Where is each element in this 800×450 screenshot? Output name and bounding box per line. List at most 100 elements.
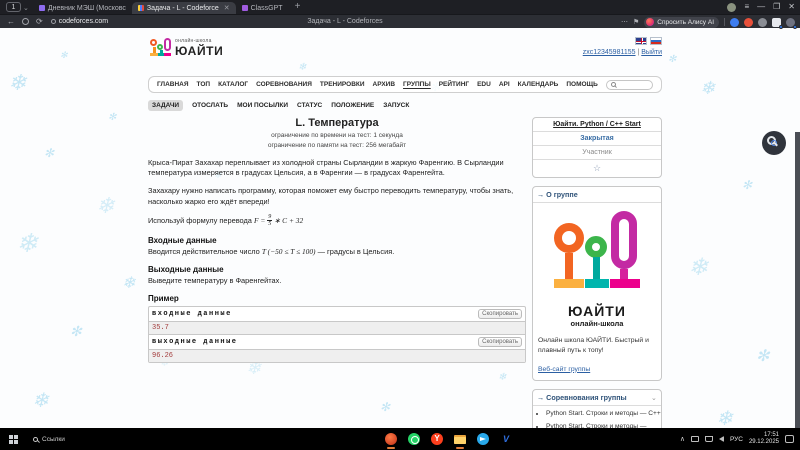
extension-icon[interactable] xyxy=(772,18,781,27)
ask-alice-label: Спросить Алису AI xyxy=(657,19,714,26)
problem-limits: ограничение по времени на тест: 1 секунд… xyxy=(148,131,526,151)
username-link[interactable]: zxc12345981155 xyxy=(583,49,636,56)
page-scrollbar[interactable] xyxy=(795,132,800,428)
copy-output-button[interactable]: Скопировать xyxy=(478,337,522,347)
close-icon[interactable]: ✕ xyxy=(788,0,795,14)
nav-item-rating[interactable]: РЕЙТИНГ xyxy=(439,81,469,88)
logo-title: ЮАЙТИ xyxy=(175,44,223,58)
extension-icon[interactable] xyxy=(744,18,753,27)
about-group-text: Онлайн школа ЮАЙТИ. Быстрый и плавный пу… xyxy=(538,336,656,356)
group-contests-box: → Соревнования группы ⌄ Python Start. Ст… xyxy=(532,389,662,428)
nav-item-help[interactable]: ПОМОЩЬ xyxy=(566,81,598,88)
snowflake-icon xyxy=(16,228,38,259)
hidden-icons-chevron[interactable]: ∧ xyxy=(680,435,685,443)
group-website-link[interactable]: Веб-сайт группы xyxy=(538,366,590,373)
tab-mesh-diary[interactable]: Дневник МЭШ (Московс xyxy=(33,2,132,14)
collapse-chevron-icon[interactable]: ⌄ xyxy=(651,393,657,402)
russian-flag-icon[interactable] xyxy=(650,37,662,45)
input-constraint-math: T (−50 ≤ T ≤ 100) xyxy=(262,247,316,256)
tab-codeforces-active[interactable]: Задача - L - Codeforce ✕ xyxy=(132,2,236,14)
nav-item-contests[interactable]: СОРЕВНОВАНИЯ xyxy=(256,81,312,88)
more-icon[interactable]: ⋯ xyxy=(621,18,628,26)
taskbar-search[interactable]: Ссылки xyxy=(33,436,65,443)
statement-paragraph: Крыса-Пират Захахар переплывает из холод… xyxy=(148,158,526,179)
taskbar-search-label: Ссылки xyxy=(42,436,65,443)
about-group-header-link[interactable]: → О группе xyxy=(537,190,578,199)
nav-item-calendar[interactable]: КАЛЕНДАРЬ xyxy=(518,81,559,88)
back-icon[interactable]: ← xyxy=(7,17,15,26)
group-contest-link[interactable]: Юайти. Python / C++ Start xyxy=(553,121,641,128)
statement-formula-line: Используй формулу перевода F = 95 ∗ C + … xyxy=(148,214,526,227)
nav-item-groups[interactable]: ГРУППЫ xyxy=(403,81,431,88)
ask-alice-button[interactable]: Спросить Алису AI xyxy=(644,17,719,28)
contest-tabs: ЗАДАЧИ ОТОСЛАТЬ МОИ ПОСЫЛКИ СТАТУС ПОЛОЖ… xyxy=(148,100,662,111)
nav-item-top[interactable]: ТОП xyxy=(197,81,211,88)
date: 29.12.2025 xyxy=(749,439,779,447)
yandex-browser-icon[interactable]: Y xyxy=(431,433,443,445)
search-input[interactable] xyxy=(606,80,653,90)
output-spec: Выведите температуру в Фаренгейтах. xyxy=(148,276,526,285)
telegram-icon[interactable] xyxy=(477,433,489,445)
blue-app-icon[interactable]: V xyxy=(500,433,512,445)
network-icon[interactable] xyxy=(705,436,713,442)
snowflake-icon xyxy=(668,54,676,65)
list-item[interactable]: Python Start. Строки и методы — C++ xyxy=(546,410,661,419)
system-tray: ∧ РУС 17:51 29.12.2025 xyxy=(680,428,794,450)
browser-menu-icon[interactable]: ≡ xyxy=(744,0,749,14)
refresh-icon[interactable]: ⟳ xyxy=(36,17,43,26)
tab-my-submissions[interactable]: МОИ ПОСЫЛКИ xyxy=(237,102,288,109)
tab-classgpt[interactable]: ClassGPT xyxy=(236,2,289,14)
snowflake-icon xyxy=(700,78,715,99)
site-logo[interactable]: онлайн-школа ЮАЙТИ xyxy=(150,38,223,58)
bookmark-icon[interactable]: ⚑ xyxy=(633,18,639,26)
nav-item-catalog[interactable]: КАТАЛОГ xyxy=(218,81,248,88)
close-tab-icon[interactable]: ✕ xyxy=(224,4,230,12)
tab-submit[interactable]: ОТОСЛАТЬ xyxy=(192,102,228,109)
nav-item-trainings[interactable]: ТРЕНИРОВКИ xyxy=(320,81,365,88)
magnifier-eye-icon xyxy=(767,136,776,145)
restore-icon[interactable]: ❐ xyxy=(773,0,780,14)
tab-group-chip[interactable]: 1 xyxy=(6,2,21,12)
notification-center-icon[interactable] xyxy=(785,435,794,443)
tab-status[interactable]: СТАТУС xyxy=(297,102,322,109)
classgpt-favicon-icon xyxy=(242,5,248,11)
english-flag-icon[interactable] xyxy=(635,37,647,45)
group-status: Закрытая xyxy=(533,132,661,146)
new-tab-button[interactable]: + xyxy=(295,1,301,12)
extension-icon[interactable] xyxy=(786,18,795,27)
file-explorer-icon[interactable] xyxy=(454,433,466,445)
extension-icon[interactable] xyxy=(730,18,739,27)
nav-item-edu[interactable]: EDU xyxy=(477,81,491,88)
tab-problems[interactable]: ЗАДАЧИ xyxy=(148,100,183,111)
group-contests-header-link[interactable]: → Соревнования группы xyxy=(537,393,627,402)
whatsapp-icon[interactable] xyxy=(408,433,420,445)
chevron-down-icon[interactable]: ⌄ xyxy=(23,4,29,12)
language-indicator[interactable]: РУС xyxy=(730,436,743,443)
browser-app-icon[interactable] xyxy=(385,433,397,445)
volume-icon[interactable] xyxy=(719,436,724,442)
nav-item-api[interactable]: API xyxy=(499,81,510,88)
browser-profile-avatar[interactable] xyxy=(727,3,736,12)
star-icon[interactable]: ☆ xyxy=(533,160,661,177)
tab-standings[interactable]: ПОЛОЖЕНИЕ xyxy=(331,102,374,109)
protect-shield-icon[interactable] xyxy=(22,18,29,25)
tray-icon[interactable] xyxy=(691,436,699,442)
logout-link[interactable]: Выйти xyxy=(641,49,662,56)
url-text[interactable]: codeforces.com xyxy=(59,18,108,25)
sample-input-header: входные данные Скопировать xyxy=(149,307,525,322)
start-button[interactable] xyxy=(9,435,18,444)
nav-item-home[interactable]: ГЛАВНАЯ xyxy=(157,81,189,88)
tab-virtual-start[interactable]: ЗАПУСК xyxy=(383,102,409,109)
nav-item-archive[interactable]: АРХИВ xyxy=(373,81,395,88)
clock[interactable]: 17:51 29.12.2025 xyxy=(749,432,779,447)
copy-input-button[interactable]: Скопировать xyxy=(478,309,522,319)
minimize-icon[interactable]: — xyxy=(757,0,765,14)
screen-search-floating-button[interactable] xyxy=(762,131,786,155)
badge xyxy=(779,25,783,29)
big-logo-subtitle: онлайн-школа xyxy=(547,319,647,328)
sample-output-label: выходные данные xyxy=(152,338,238,346)
extension-icon[interactable] xyxy=(758,18,767,27)
about-group-box: → О группе ЮАЙТИ онлайн-школа Онлайн шко… xyxy=(532,186,662,381)
output-section-header: Выходные данные xyxy=(148,265,526,274)
time: 17:51 xyxy=(749,432,779,440)
